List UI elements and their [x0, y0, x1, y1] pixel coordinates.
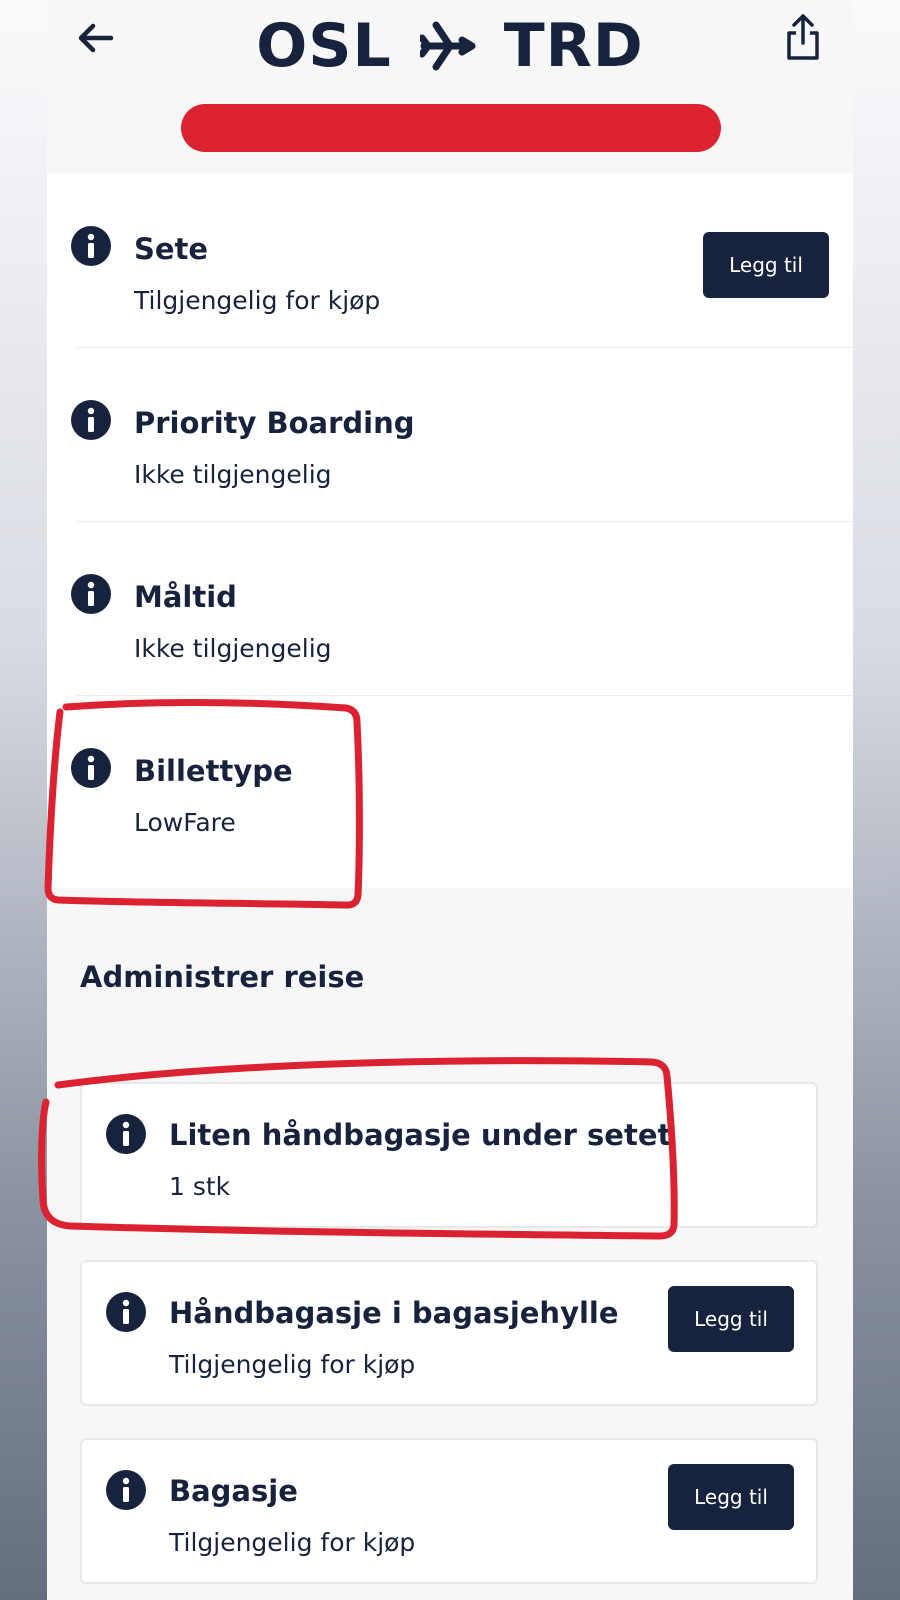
info-icon[interactable]	[71, 226, 111, 266]
service-status: Tilgjengelig for kjøp	[169, 1528, 416, 1557]
service-status: 1 stk	[169, 1172, 231, 1201]
card-overhead-cabin-bag: Håndbagasje i bagasjehylle Tilgjengelig …	[80, 1260, 818, 1406]
service-title: Håndbagasje i bagasjehylle	[169, 1296, 619, 1330]
service-title: Sete	[134, 232, 209, 266]
service-title: Billettype	[134, 754, 293, 788]
service-title: Priority Boarding	[134, 406, 415, 440]
booking-screen: OSL TRD Sete Tilgjengelig for kjøp Legg …	[47, 0, 853, 1600]
service-row-priority-boarding: Priority Boarding Ikke tilgjengelig	[47, 348, 853, 522]
route-title: OSL TRD	[47, 8, 853, 84]
info-icon[interactable]	[106, 1470, 146, 1510]
card-small-cabin-bag: Liten håndbagasje under setet 1 stk	[80, 1082, 818, 1228]
header: OSL TRD	[47, 0, 853, 174]
service-title: Liten håndbagasje under setet	[169, 1118, 672, 1152]
info-icon[interactable]	[71, 574, 111, 614]
add-overhead-bag-button[interactable]: Legg til	[668, 1286, 794, 1352]
service-status: LowFare	[134, 808, 236, 837]
share-icon	[787, 14, 819, 60]
service-status: Tilgjengelig for kjøp	[134, 286, 381, 315]
add-seat-button[interactable]: Legg til	[703, 232, 829, 298]
service-status: Ikke tilgjengelig	[134, 634, 332, 663]
redacted-flight-info	[181, 104, 721, 152]
add-baggage-button[interactable]: Legg til	[668, 1464, 794, 1530]
card-checked-baggage: Bagasje Tilgjengelig for kjøp Legg til	[80, 1438, 818, 1584]
service-status: Ikke tilgjengelig	[134, 460, 332, 489]
service-row-meal: Måltid Ikke tilgjengelig	[47, 522, 853, 696]
info-icon[interactable]	[106, 1114, 146, 1154]
origin-code: OSL	[256, 11, 392, 81]
service-status: Tilgjengelig for kjøp	[169, 1350, 416, 1379]
info-icon[interactable]	[71, 748, 111, 788]
share-button[interactable]	[783, 12, 823, 62]
service-row-ticket-type: Billettype LowFare	[47, 696, 853, 888]
destination-code: TRD	[503, 11, 644, 81]
service-row-seat: Sete Tilgjengelig for kjøp Legg til	[47, 174, 853, 348]
info-icon[interactable]	[71, 400, 111, 440]
service-title: Bagasje	[169, 1474, 298, 1508]
info-icon[interactable]	[106, 1292, 146, 1332]
service-title: Måltid	[134, 580, 237, 614]
service-list: Sete Tilgjengelig for kjøp Legg til Prio…	[47, 174, 853, 888]
manage-trip-heading: Administrer reise	[80, 960, 365, 994]
airplane-icon	[419, 21, 476, 71]
